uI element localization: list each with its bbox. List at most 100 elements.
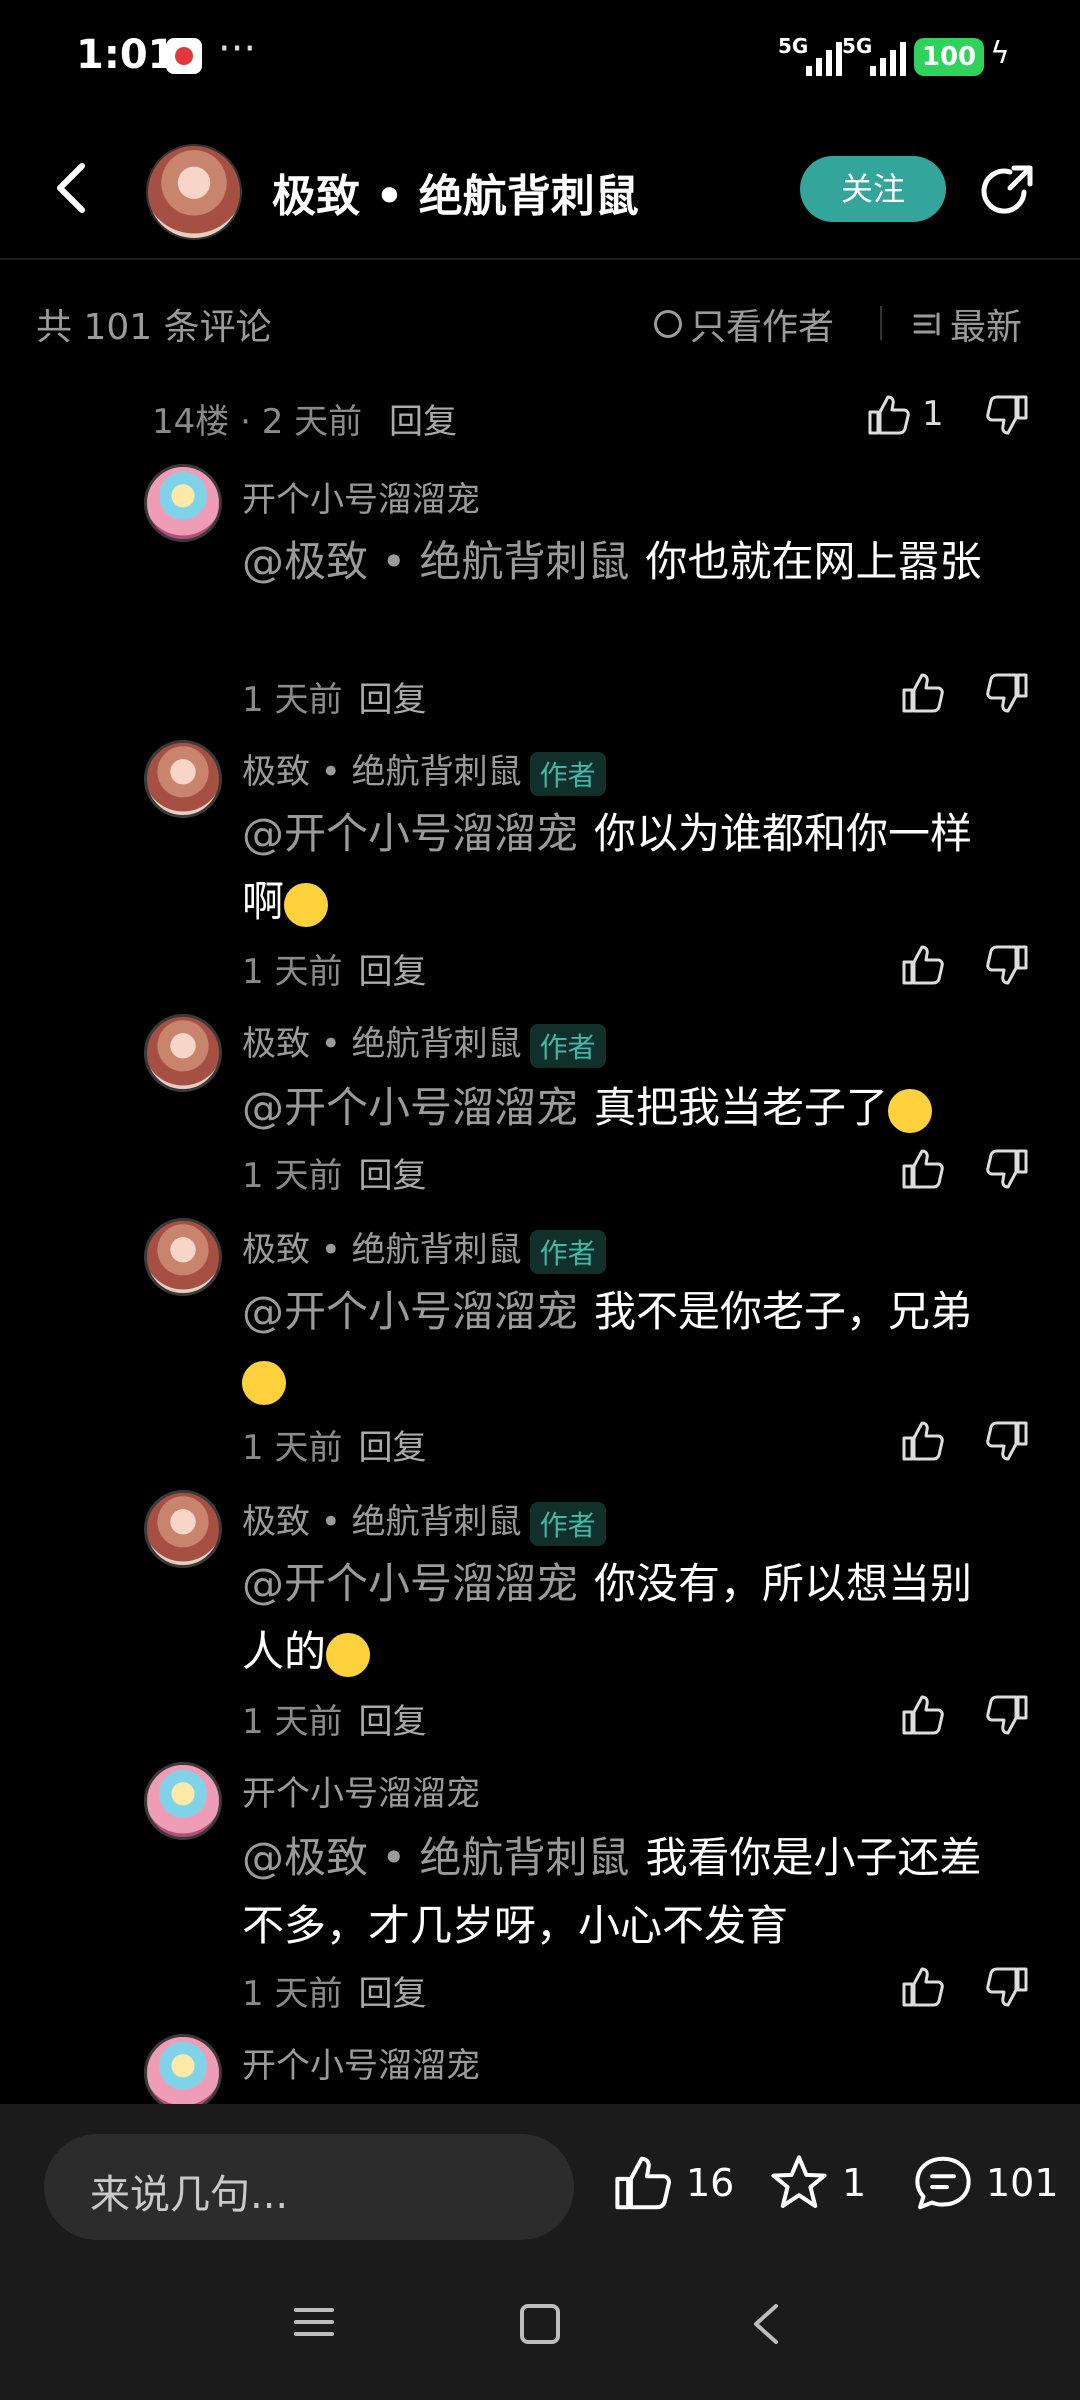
signal-icon-2: [870, 40, 906, 76]
more-notifications-icon: ···: [218, 26, 257, 72]
comment-count: 共 101 条评论: [36, 307, 272, 348]
reply-avatar[interactable]: [144, 1218, 222, 1296]
reply-meta: 1 天前 回复: [242, 1428, 427, 1468]
sort-latest-button[interactable]: 最新: [912, 298, 1022, 350]
mention[interactable]: @开个小号溜溜宠: [242, 1083, 578, 1132]
reply-text: @极致 • 绝航背刺鼠 我看你是小子还差不多，才几岁呀，小心不发育: [242, 1833, 982, 1950]
like-icon[interactable]: [900, 1692, 946, 1738]
mention[interactable]: @开个小号溜溜宠: [242, 1287, 578, 1336]
status-bar: 1:01 ··· 5G 5G 100 ϟ: [0, 0, 1080, 118]
reply-meta: 1 天前 回复: [242, 952, 427, 992]
like-icon: [615, 2156, 671, 2210]
like-count: 1: [922, 394, 944, 434]
like-icon[interactable]: [866, 392, 912, 438]
comment-input[interactable]: 来说几句...: [44, 2134, 574, 2240]
reply-username[interactable]: 开个小号溜溜宠: [242, 1766, 480, 1815]
reply-avatar[interactable]: [144, 1490, 222, 1568]
post-like-count: 16: [686, 2161, 735, 2205]
dislike-icon[interactable]: [984, 942, 1030, 988]
mention[interactable]: @极致 • 绝航背刺鼠: [242, 537, 629, 586]
reply-avatar[interactable]: [144, 740, 222, 818]
charging-icon: ϟ: [990, 36, 1010, 71]
reply-button[interactable]: 回复: [358, 952, 426, 992]
reply-username[interactable]: 极致 • 绝航背刺鼠 作者: [242, 744, 606, 796]
comment-meta: 14楼 · 2 天前 回复: [152, 394, 457, 443]
reply-avatar[interactable]: [144, 2034, 222, 2112]
like-icon[interactable]: [900, 1964, 946, 2010]
author-badge: 作者: [529, 1501, 606, 1546]
mention[interactable]: @极致 • 绝航背刺鼠: [242, 1833, 629, 1882]
dislike-icon[interactable]: [984, 1692, 1030, 1738]
smirk-emoji-icon: [242, 1360, 286, 1405]
like-icon[interactable]: [900, 670, 946, 716]
dislike-icon[interactable]: [984, 1146, 1030, 1192]
favorite-count: 1: [842, 2161, 867, 2205]
sort-latest-label: 最新: [950, 307, 1023, 348]
comments-button[interactable]: 101: [912, 2152, 1059, 2214]
home-nav-icon[interactable]: [518, 2302, 562, 2346]
reply-username[interactable]: 开个小号溜溜宠: [242, 472, 480, 521]
network-type-1: 5G: [778, 34, 809, 58]
back-arrow-icon[interactable]: [46, 160, 98, 216]
comment-total: 101: [986, 2161, 1059, 2205]
menu-nav-icon[interactable]: [292, 2302, 336, 2342]
reply-meta: 1 天前 回复: [242, 1156, 427, 1196]
filter-divider: [880, 306, 882, 340]
app-notification-icon: [166, 38, 202, 74]
reply-meta: 1 天前 回复: [242, 680, 427, 720]
radio-circle-icon: [654, 310, 682, 338]
back-nav-icon[interactable]: [750, 2302, 782, 2346]
reply-username[interactable]: 极致 • 绝航背刺鼠 作者: [242, 1494, 606, 1546]
like-post-button[interactable]: 16: [612, 2152, 734, 2214]
comment-bubble-icon: [915, 2156, 971, 2210]
reply-avatar[interactable]: [144, 464, 222, 542]
reply-button[interactable]: 回复: [358, 1156, 426, 1196]
reply-avatar[interactable]: [144, 1014, 222, 1092]
reply-text: @开个小号溜溜宠 你以为谁都和你一样啊: [242, 809, 973, 927]
reply-button[interactable]: 回复: [358, 1428, 426, 1468]
sort-icon: [913, 312, 940, 336]
mention[interactable]: @开个小号溜溜宠: [242, 1559, 578, 1608]
dislike-icon[interactable]: [984, 392, 1030, 438]
reply-text: @开个小号溜溜宠 你没有，所以想当别人的: [242, 1559, 973, 1677]
reply-button[interactable]: 回复: [358, 680, 426, 720]
signal-icon-1: [806, 40, 842, 76]
dislike-icon[interactable]: [984, 1418, 1030, 1464]
reply-button[interactable]: 回复: [358, 1974, 426, 2014]
reply-meta: 1 天前 回复: [242, 1702, 427, 1742]
author-badge: 作者: [529, 1023, 606, 1068]
reply-avatar[interactable]: [144, 1762, 222, 1840]
reply-text: @极致 • 绝航背刺鼠 你也就在网上嚣张: [242, 537, 982, 586]
like-icon[interactable]: [900, 942, 946, 988]
author-avatar[interactable]: [146, 144, 242, 240]
like-icon[interactable]: [900, 1146, 946, 1192]
reply-button[interactable]: 回复: [389, 402, 457, 442]
dislike-icon[interactable]: [984, 1964, 1030, 2010]
crying-emoji-icon: [284, 882, 329, 927]
bottom-action-bar: 来说几句... 16 1 101: [0, 2104, 1080, 2400]
status-time: 1:01: [76, 32, 176, 78]
share-icon[interactable]: [980, 162, 1036, 218]
reply-text: @开个小号溜溜宠 真把我当老子了: [242, 1074, 1012, 1142]
reply-text: @开个小号溜溜宠 我不是你老子，兄弟: [242, 1278, 1012, 1414]
reply-meta: 1 天前 回复: [242, 1974, 427, 2014]
reply-button[interactable]: 回复: [358, 1702, 426, 1742]
reply-username[interactable]: 开个小号溜溜宠: [242, 2038, 480, 2087]
favorite-button[interactable]: 1: [768, 2152, 866, 2214]
network-type-2: 5G: [842, 34, 873, 58]
floor-number: 14楼: [152, 402, 230, 442]
reply-username[interactable]: 极致 • 绝航背刺鼠 作者: [242, 1016, 606, 1068]
crying-emoji-icon: [888, 1088, 933, 1133]
author-badge: 作者: [529, 751, 606, 796]
reply-username[interactable]: 极致 • 绝航背刺鼠 作者: [242, 1222, 606, 1274]
author-name[interactable]: 极致 • 绝航背刺鼠: [272, 160, 639, 224]
dislike-icon[interactable]: [984, 670, 1030, 716]
only-author-toggle[interactable]: 只看作者: [654, 298, 834, 350]
top-app-bar: 极致 • 绝航背刺鼠 关注: [0, 118, 1080, 260]
mention[interactable]: @开个小号溜溜宠: [242, 809, 578, 858]
like-icon[interactable]: [900, 1418, 946, 1464]
comment-time: · 2 天前: [240, 402, 363, 442]
only-author-label: 只看作者: [690, 307, 835, 348]
star-icon: [771, 2155, 827, 2208]
follow-button[interactable]: 关注: [800, 156, 946, 222]
